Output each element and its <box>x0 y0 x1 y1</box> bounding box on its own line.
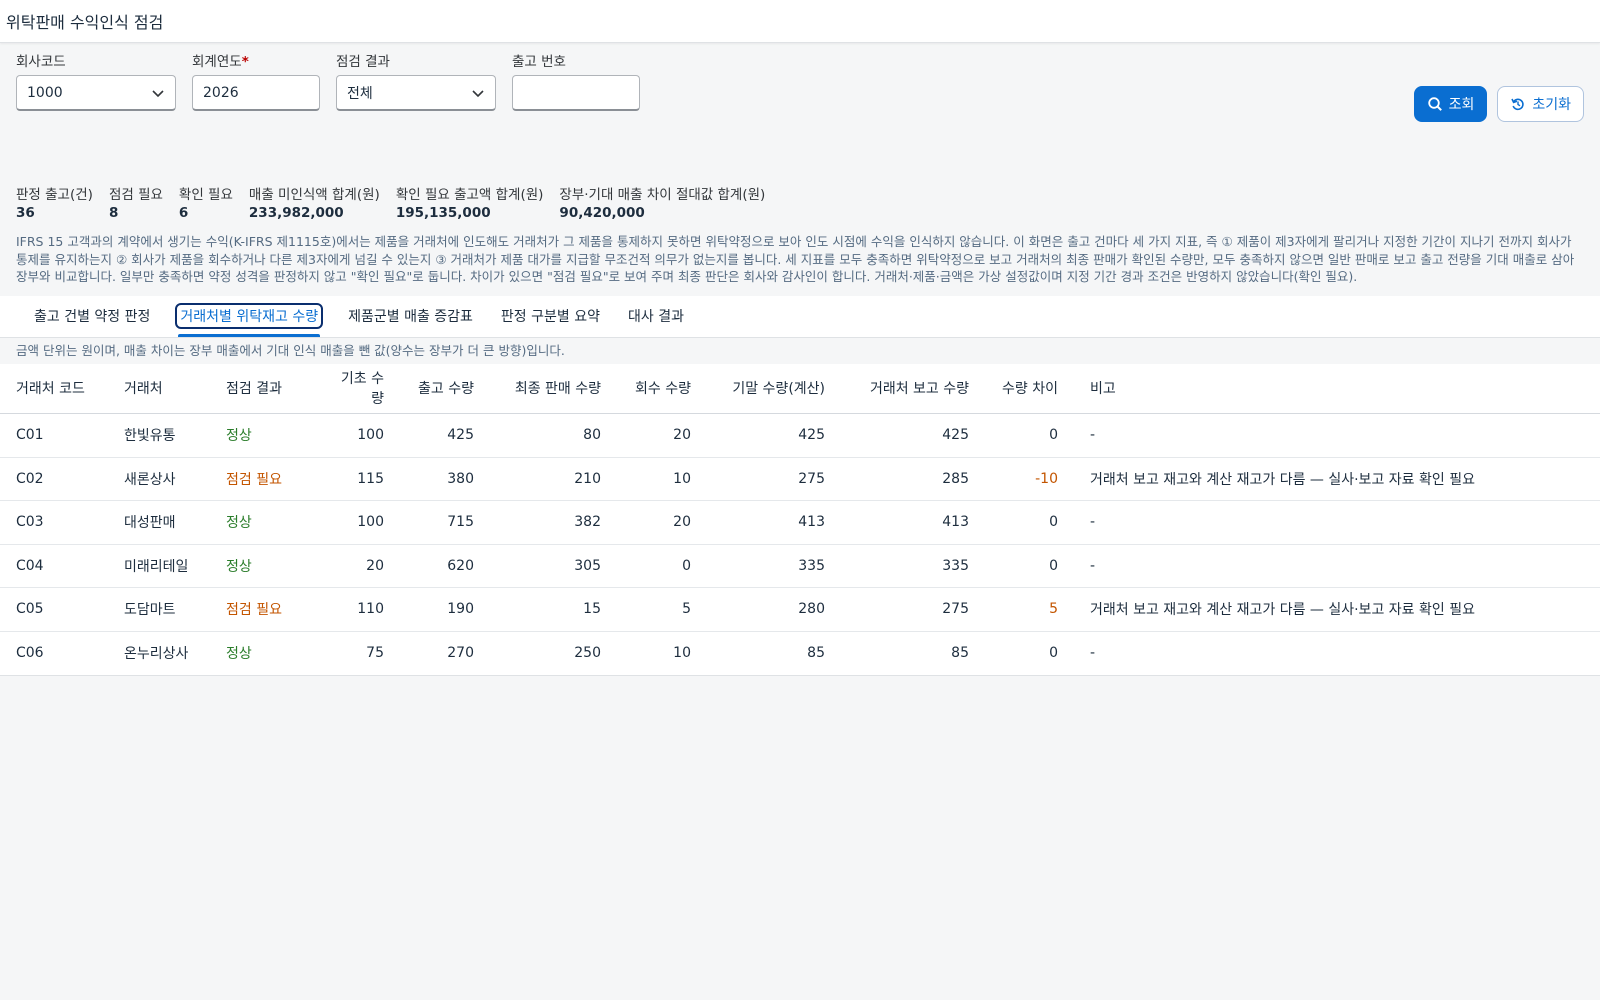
inventory-table: 거래처 코드 거래처 점검 결과 기초 수량 출고 수량 최종 판매 수량 회수… <box>0 363 1600 676</box>
kpi-check-needed: 점검 필요 8 <box>108 187 163 221</box>
status-badge: 정상 <box>210 500 314 545</box>
kpi-judged-shipments: 판정 출고(건) 36 <box>16 187 93 221</box>
shipment-number-label: 출고 번호 <box>512 54 566 70</box>
amount-unit-note: 금액 단위는 원이며, 매출 차이는 장부 매출에서 기대 인식 매출을 뺀 값… <box>16 342 565 358</box>
tab-shipment-judgment[interactable]: 출고 건별 약정 판정 <box>20 296 164 337</box>
shipment-number-field: 출고 번호 <box>512 53 640 133</box>
col-qty-difference[interactable]: 수량 차이 <box>985 363 1074 414</box>
tab-product-sales-change[interactable]: 제품군별 매출 증감표 <box>334 296 487 337</box>
title-bar: 위탁판매 수익인식 점검 <box>0 0 1600 43</box>
table-row[interactable]: C06 온누리상사 정상 75 270 250 10 85 85 0 - <box>0 631 1600 675</box>
company-code-label: 회사코드 <box>16 54 66 70</box>
fiscal-year-value: 2026 <box>203 84 239 101</box>
col-vendor[interactable]: 거래처 <box>108 363 210 414</box>
check-result-select[interactable]: 전체 <box>336 75 496 111</box>
status-badge: 정상 <box>210 413 314 458</box>
col-remarks[interactable]: 비고 <box>1074 363 1600 414</box>
company-code-field: 회사코드 1000 <box>16 53 176 133</box>
kpi-confirm-amount: 확인 필요 출고액 합계(원) 195,135,000 <box>395 187 544 221</box>
search-icon <box>1427 97 1442 111</box>
table-row[interactable]: C05 도담마트 점검 필요 110 190 15 5 280 275 5 거래… <box>0 587 1600 632</box>
tab-judgment-summary[interactable]: 판정 구분별 요약 <box>487 296 614 337</box>
check-result-field: 점검 결과 전체 <box>336 53 496 133</box>
check-result-value: 전체 <box>347 85 373 102</box>
check-result-label: 점검 결과 <box>336 54 390 70</box>
table-row[interactable]: C01 한빛유통 정상 100 425 80 20 425 425 0 - <box>0 413 1600 458</box>
table-row[interactable]: C03 대성판매 정상 100 715 382 20 413 413 0 - <box>0 500 1600 545</box>
reset-button-label: 초기화 <box>1532 97 1571 113</box>
reset-button[interactable]: 초기화 <box>1497 86 1584 122</box>
status-badge: 점검 필요 <box>210 457 314 501</box>
chevron-down-icon <box>472 89 484 97</box>
kpi-summary: 판정 출고(건) 36 점검 필요 8 확인 필요 6 매출 미인식액 합계(원) 23… <box>0 183 1600 221</box>
col-returned-qty[interactable]: 회수 수량 <box>617 363 707 414</box>
fiscal-year-field: 회계연도* 2026 <box>192 53 320 133</box>
table-header-row: 거래처 코드 거래처 점검 결과 기초 수량 출고 수량 최종 판매 수량 회수… <box>0 363 1600 414</box>
col-shipped-qty[interactable]: 출고 수량 <box>400 363 490 414</box>
fiscal-year-label: 회계연도* <box>192 54 249 70</box>
tab-reconciliation[interactable]: 대사 결과 <box>614 296 698 337</box>
search-button-label: 조회 <box>1448 97 1475 113</box>
status-badge: 점검 필요 <box>210 587 314 632</box>
table-row[interactable]: C02 새론상사 점검 필요 115 380 210 10 275 285 -1… <box>0 457 1600 501</box>
col-closing-qty[interactable]: 기말 수량(계산) <box>707 363 841 414</box>
required-mark: * <box>241 54 249 70</box>
col-check-result[interactable]: 점검 결과 <box>210 363 314 414</box>
status-badge: 정상 <box>226 646 252 662</box>
company-code-select[interactable]: 1000 <box>16 75 176 111</box>
reset-icon <box>1511 98 1525 111</box>
filter-bar: 회사코드 1000 회계연도* 2026 점검 결과 전체 출고 번호 <box>0 43 1600 133</box>
shipment-number-input[interactable] <box>512 75 640 111</box>
description-text: IFRS 15 고객과의 계약에서 생기는 수익(K-IFRS 제1115호)에… <box>16 234 1575 284</box>
tab-consignment-inventory[interactable]: 거래처별 위탁재고 수량 <box>164 296 334 337</box>
table-row[interactable]: C04 미래리테일 정상 20 620 305 0 335 335 0 - <box>0 544 1600 588</box>
kpi-difference-total: 장부·기대 매출 차이 절대값 합계(원) 90,420,000 <box>559 187 766 221</box>
chevron-down-icon <box>152 89 164 97</box>
tab-bar: 출고 건별 약정 판정 거래처별 위탁재고 수량 제품군별 매출 증감표 판정 … <box>0 295 1600 338</box>
kpi-unrecognized-sales: 매출 미인식액 합계(원) 233,982,000 <box>248 187 380 221</box>
search-button[interactable]: 조회 <box>1413 86 1488 122</box>
col-vendor-code[interactable]: 거래처 코드 <box>0 363 108 414</box>
company-code-value: 1000 <box>27 84 63 101</box>
col-reported-qty[interactable]: 거래처 보고 수량 <box>841 363 985 414</box>
page-title: 위탁판매 수익인식 점검 <box>6 13 164 32</box>
action-buttons: 조회 초기화 <box>1413 86 1584 122</box>
fiscal-year-input[interactable]: 2026 <box>192 75 320 111</box>
kpi-confirm-needed: 확인 필요 6 <box>178 187 233 221</box>
status-badge: 정상 <box>210 544 314 588</box>
col-opening-qty[interactable]: 기초 수량 <box>314 363 400 414</box>
col-final-sold-qty[interactable]: 최종 판매 수량 <box>490 363 617 414</box>
